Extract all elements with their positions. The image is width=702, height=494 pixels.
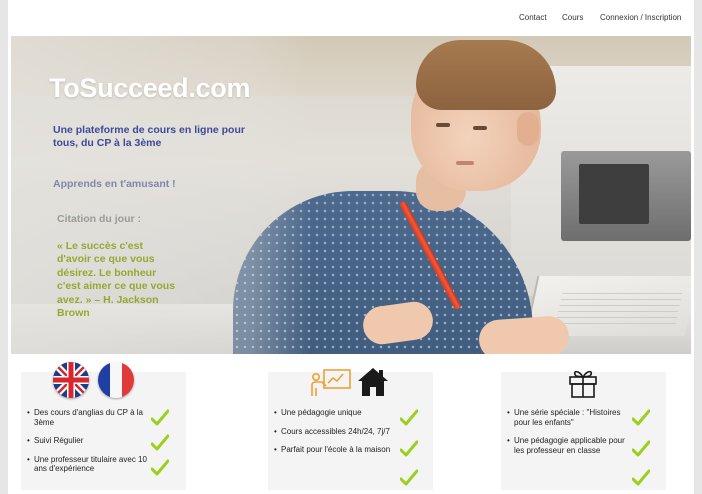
hero-boy-hair bbox=[416, 40, 556, 110]
feature-list: Une pédagogie unique Cours accessibles 2… bbox=[274, 408, 399, 464]
feature-item: Des cours d'anglias du CP à la 3ème bbox=[27, 408, 152, 427]
uk-flag-icon bbox=[53, 362, 89, 398]
hero-boy-hand bbox=[477, 314, 571, 354]
gift-icon bbox=[569, 370, 597, 398]
nav-contact-link[interactable]: Contact bbox=[519, 13, 547, 22]
feature-item: Cours accessibles 24h/24, 7j/7 bbox=[274, 427, 399, 437]
feature-list: Des cours d'anglias du CP à la 3ème Suiv… bbox=[27, 408, 152, 483]
quote-text: « Le succès c'est d'avoir ce que vous dé… bbox=[57, 240, 176, 320]
check-icon bbox=[400, 469, 418, 487]
hero-boy-mouth bbox=[456, 161, 474, 165]
hero-background-microwave-door bbox=[579, 164, 649, 224]
nav-courses-link[interactable]: Cours bbox=[562, 13, 583, 22]
check-icon bbox=[400, 409, 418, 427]
feature-item: Une pédagogie unique bbox=[274, 408, 399, 418]
feature-item: Une pédagogie applicable pour les profes… bbox=[507, 436, 632, 455]
quote-label: Citation du jour : bbox=[57, 213, 141, 225]
check-icon bbox=[151, 459, 169, 477]
site-title: ToSucceed.com bbox=[49, 73, 251, 103]
hero-book-lines bbox=[554, 288, 684, 328]
feature-list: Une série spéciale : "Histoires pour les… bbox=[507, 408, 632, 464]
house-icon bbox=[358, 368, 388, 396]
feature-item: Une série spéciale : "Histoires pour les… bbox=[507, 408, 632, 427]
page: Contact Cours Connexion / Inscription To… bbox=[8, 0, 694, 494]
hero-motto: Apprends en t'amusant ! bbox=[53, 178, 176, 190]
hero-boy-eye bbox=[473, 126, 487, 130]
check-icon bbox=[151, 434, 169, 452]
feature-item: Suivi Régulier bbox=[27, 436, 152, 446]
check-icon bbox=[151, 409, 169, 427]
check-icon bbox=[632, 440, 650, 458]
check-icon bbox=[400, 440, 418, 458]
check-icon bbox=[632, 409, 650, 427]
france-flag-icon bbox=[98, 362, 134, 398]
feature-item: Une professeur titulaire avec 10 ans d'e… bbox=[27, 455, 152, 474]
hero-subtitle: Une plateforme de cours en ligne pour to… bbox=[53, 124, 245, 149]
top-nav: Contact Cours Connexion / Inscription bbox=[8, 6, 694, 32]
hero-boy-ear bbox=[517, 112, 539, 146]
hero-banner: ToSucceed.com Une plateforme de cours en… bbox=[11, 36, 691, 354]
teacher-board-icon bbox=[311, 369, 351, 396]
hero-boy-eye bbox=[436, 123, 450, 127]
feature-item: Parfait pour l'école à la maison bbox=[274, 445, 399, 455]
nav-login-signup-link[interactable]: Connexion / Inscription bbox=[600, 13, 681, 22]
check-icon bbox=[632, 469, 650, 487]
